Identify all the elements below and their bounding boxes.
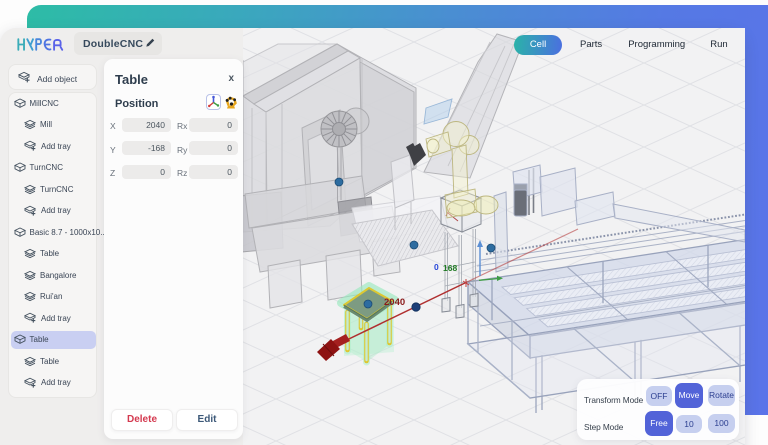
svg-text:0: 0 [434, 262, 439, 272]
svg-text:2040: 2040 [384, 297, 405, 308]
svg-text:168: 168 [443, 263, 457, 273]
